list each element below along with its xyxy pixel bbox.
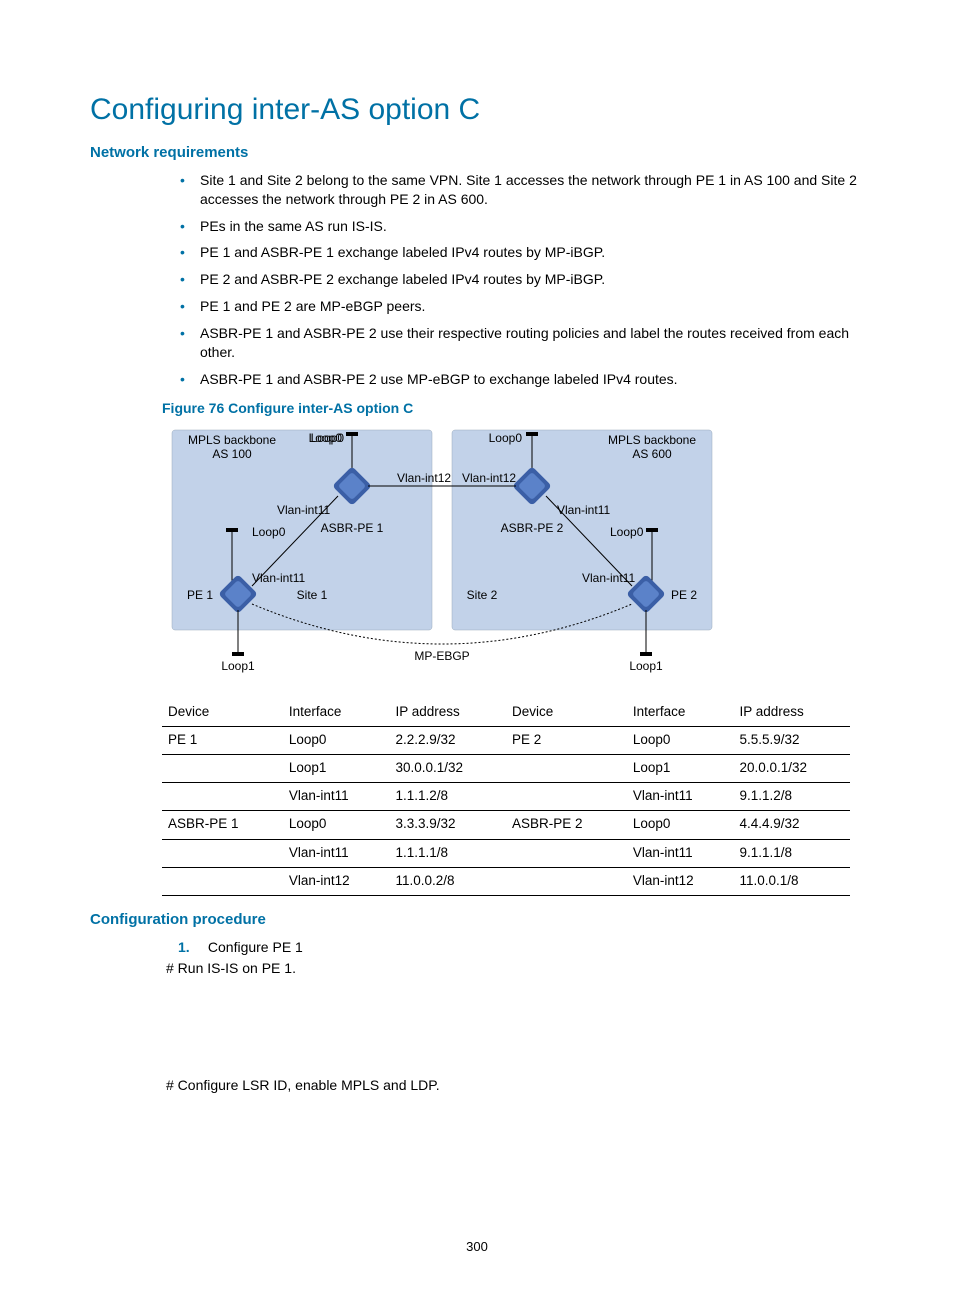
table-cell: 9.1.1.1/8 (733, 839, 850, 867)
table-header: IP address (389, 699, 506, 727)
table-cell: 3.3.3.9/32 (389, 811, 506, 839)
svg-text:Loop0: Loop0 (309, 431, 343, 445)
diagram-asbr-pe2-label: ASBR-PE 2 (501, 521, 564, 535)
table-header: Device (162, 699, 283, 727)
requirement-item: PE 1 and PE 2 are MP-eBGP peers. (200, 297, 864, 316)
svg-text:Loop0: Loop0 (252, 525, 286, 539)
table-header: Interface (283, 699, 390, 727)
table-cell: Vlan-int11 (627, 839, 734, 867)
network-requirements-heading: Network requirements (90, 143, 864, 163)
step-text: Configure PE 1 (208, 939, 303, 955)
svg-text:MPLS backbone: MPLS backbone (188, 433, 276, 447)
svg-text:Vlan-int12: Vlan-int12 (462, 471, 516, 485)
table-cell: Loop0 (283, 811, 390, 839)
diagram-vlan11-label: Vlan-int11 (277, 503, 330, 517)
diagram-pe2-label: PE 2 (671, 588, 697, 602)
table-row: ASBR-PE 1Loop03.3.3.9/32ASBR-PE 2Loop04.… (162, 811, 850, 839)
configuration-procedure-heading: Configuration procedure (90, 910, 864, 930)
table-cell (506, 754, 627, 782)
table-cell: 1.1.1.1/8 (389, 839, 506, 867)
table-header: Device (506, 699, 627, 727)
table-cell: Vlan-int11 (627, 783, 734, 811)
svg-text:Vlan-int11: Vlan-int11 (557, 503, 610, 517)
svg-text:MPLS backbone: MPLS backbone (608, 433, 696, 447)
network-diagram: MPLS backbone AS 100 MPLS backbone AS 60… (162, 424, 864, 679)
requirement-item: Site 1 and Site 2 belong to the same VPN… (200, 171, 864, 209)
table-cell (506, 839, 627, 867)
table-cell: Vlan-int12 (283, 867, 390, 895)
table-row: Vlan-int1211.0.0.2/8Vlan-int1211.0.0.1/8 (162, 867, 850, 895)
svg-text:Vlan-int11: Vlan-int11 (582, 571, 635, 585)
table-row: PE 1Loop02.2.2.9/32PE 2Loop05.5.5.9/32 (162, 726, 850, 754)
table-cell: Vlan-int12 (627, 867, 734, 895)
step-number: 1. (178, 938, 204, 957)
requirement-item: PE 1 and ASBR-PE 1 exchange labeled IPv4… (200, 243, 864, 262)
procedure-step: 1. Configure PE 1 (178, 938, 864, 957)
requirement-item: PE 2 and ASBR-PE 2 exchange labeled IPv4… (200, 270, 864, 289)
svg-text:AS 600: AS 600 (632, 447, 672, 461)
table-cell: Loop1 (627, 754, 734, 782)
table-cell: ASBR-PE 2 (506, 811, 627, 839)
diagram-loop1-label: Loop1 (221, 659, 255, 673)
table-cell: Loop0 (627, 811, 734, 839)
table-cell (506, 783, 627, 811)
table-cell: 20.0.0.1/32 (733, 754, 850, 782)
table-cell (162, 754, 283, 782)
table-cell: ASBR-PE 1 (162, 811, 283, 839)
table-cell: 11.0.0.1/8 (733, 867, 850, 895)
svg-text:AS 100: AS 100 (212, 447, 252, 461)
table-header-row: Device Interface IP address Device Inter… (162, 699, 850, 727)
table-cell: PE 2 (506, 726, 627, 754)
table-cell: 9.1.1.2/8 (733, 783, 850, 811)
requirement-item: PEs in the same AS run IS-IS. (200, 217, 864, 236)
requirement-item: ASBR-PE 1 and ASBR-PE 2 use MP-eBGP to e… (200, 370, 864, 389)
diagram-asbr-pe1-label: ASBR-PE 1 (321, 521, 384, 535)
table-row: Vlan-int111.1.1.2/8Vlan-int119.1.1.2/8 (162, 783, 850, 811)
interface-table: Device Interface IP address Device Inter… (162, 699, 850, 897)
table-cell (162, 839, 283, 867)
table-cell: PE 1 (162, 726, 283, 754)
table-header: Interface (627, 699, 734, 727)
table-cell: Loop1 (283, 754, 390, 782)
diagram-site1-label: Site 1 (297, 588, 328, 602)
table-cell: Loop0 (283, 726, 390, 754)
table-cell: 4.4.4.9/32 (733, 811, 850, 839)
page-number: 300 (0, 1238, 954, 1256)
procedure-substep: # Run IS-IS on PE 1. (166, 959, 864, 978)
diagram-vlan12-label: Vlan-int12 (397, 471, 451, 485)
diagram-pe1-label: PE 1 (187, 588, 213, 602)
page-title: Configuring inter-AS option C (90, 90, 864, 131)
table-cell: Vlan-int11 (283, 839, 390, 867)
table-cell: 30.0.0.1/32 (389, 754, 506, 782)
diagram-mpebgp-label: MP-EBGP (414, 649, 469, 663)
table-cell: 2.2.2.9/32 (389, 726, 506, 754)
requirement-item: ASBR-PE 1 and ASBR-PE 2 use their respec… (200, 324, 864, 362)
table-header: IP address (733, 699, 850, 727)
table-row: Loop130.0.0.1/32Loop120.0.0.1/32 (162, 754, 850, 782)
svg-text:Loop0: Loop0 (610, 525, 644, 539)
table-cell: 5.5.5.9/32 (733, 726, 850, 754)
table-cell: Loop0 (627, 726, 734, 754)
table-cell: Vlan-int11 (283, 783, 390, 811)
svg-text:Loop1: Loop1 (629, 659, 663, 673)
svg-text:Vlan-int11: Vlan-int11 (252, 571, 305, 585)
table-cell (162, 867, 283, 895)
table-cell: 11.0.0.2/8 (389, 867, 506, 895)
table-cell: 1.1.1.2/8 (389, 783, 506, 811)
procedure-substep: # Configure LSR ID, enable MPLS and LDP. (166, 1076, 864, 1095)
diagram-site2-label: Site 2 (467, 588, 498, 602)
table-cell (506, 867, 627, 895)
requirements-list: Site 1 and Site 2 belong to the same VPN… (90, 171, 864, 389)
table-row: Vlan-int111.1.1.1/8Vlan-int119.1.1.1/8 (162, 839, 850, 867)
svg-text:Loop0: Loop0 (489, 431, 523, 445)
figure-caption: Figure 76 Configure inter-AS option C (162, 399, 864, 418)
table-cell (162, 783, 283, 811)
